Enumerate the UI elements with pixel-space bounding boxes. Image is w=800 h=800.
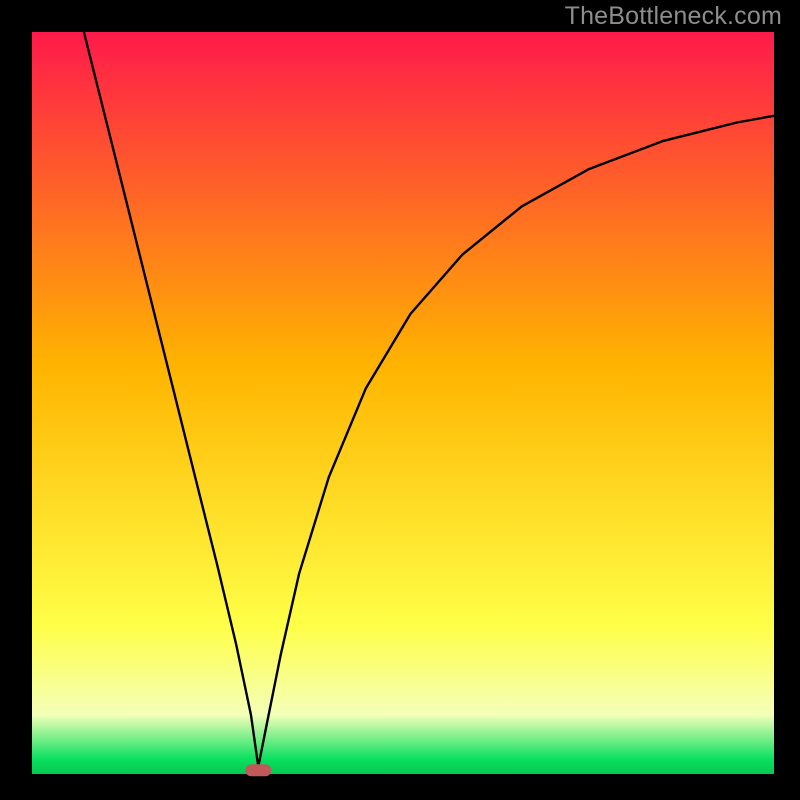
gradient-plot-area	[32, 32, 774, 774]
chart-frame: TheBottleneck.com	[0, 0, 800, 800]
watermark-label: TheBottleneck.com	[565, 2, 782, 31]
bottleneck-chart	[0, 0, 800, 800]
minimum-marker	[245, 764, 271, 776]
